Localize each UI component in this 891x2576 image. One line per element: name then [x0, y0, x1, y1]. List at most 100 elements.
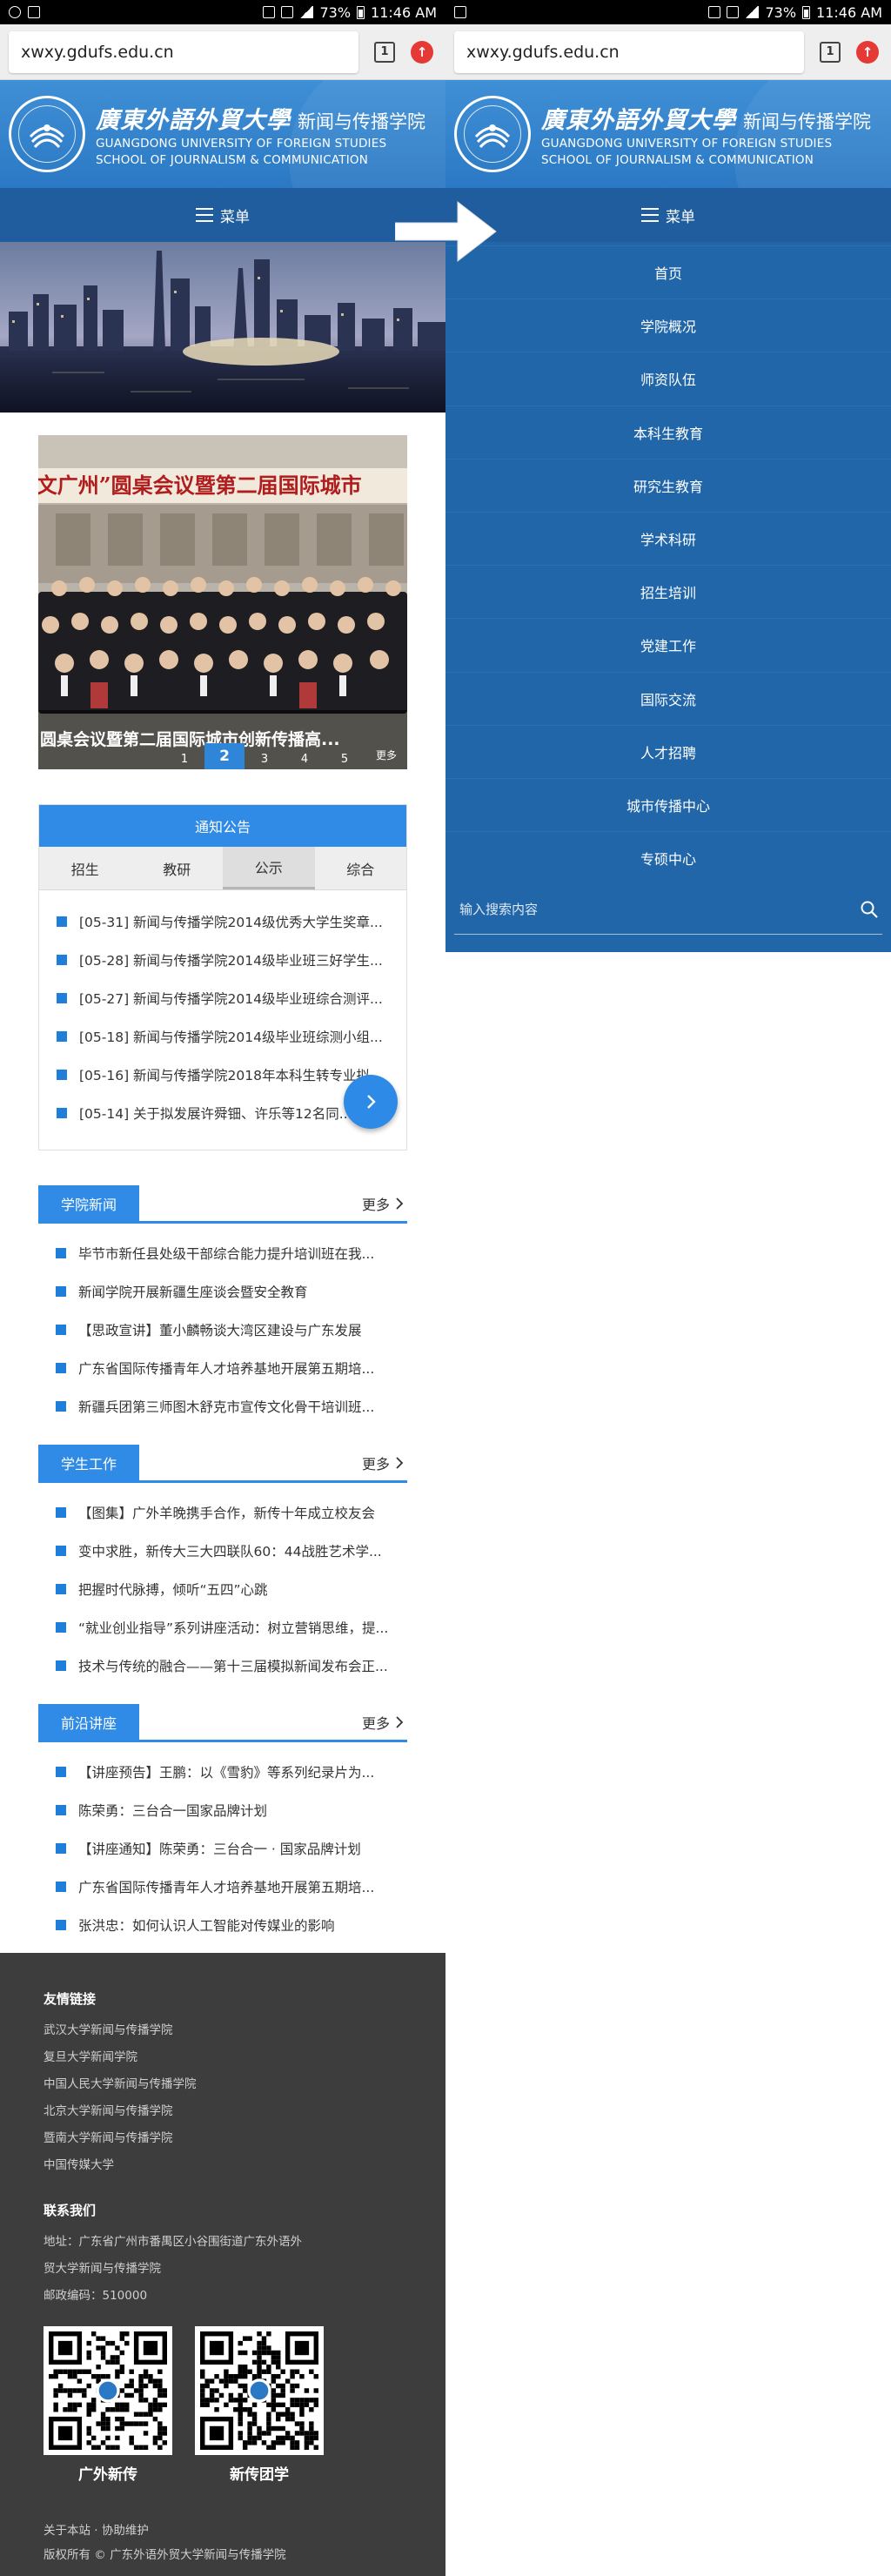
- menu-toggle[interactable]: 菜单: [446, 188, 891, 242]
- search-input[interactable]: [459, 901, 825, 917]
- notice-next-button[interactable]: [344, 1075, 398, 1129]
- nav-menu-item[interactable]: 城市传播中心: [446, 777, 891, 831]
- clock: 11:46 AM: [816, 3, 882, 21]
- notice-item[interactable]: [05-27] 新闻与传播学院2014级毕业班综合测评...: [39, 979, 406, 1017]
- browser-update-icon[interactable]: ↑: [411, 40, 433, 64]
- search-icon[interactable]: [860, 900, 879, 919]
- nav-menu-item[interactable]: 研究生教育: [446, 458, 891, 512]
- nav-menu-item[interactable]: 师资队伍: [446, 352, 891, 405]
- list-item-text: 【思政宣讲】董小麟畅谈大湾区建设与广东发展: [78, 1323, 362, 1338]
- lecture-item[interactable]: 【讲座通知】陈荣勇：三台合一 · 国家品牌计划: [38, 1829, 407, 1868]
- tab-switcher-button[interactable]: 1: [820, 41, 841, 63]
- section-lecture-title[interactable]: 前沿讲座: [38, 1704, 140, 1740]
- student-item[interactable]: 【图集】广外羊晚携手合作，新传十年成立校友会: [38, 1493, 407, 1532]
- nav-menu-item[interactable]: 党建工作: [446, 618, 891, 671]
- lecture-item[interactable]: 【讲座预告】王鹏：以《雪豹》等系列纪录片为...: [38, 1753, 407, 1791]
- square-bullet-icon: [56, 1325, 66, 1335]
- slide-dot[interactable]: 3: [245, 743, 285, 769]
- notice-tab[interactable]: 综合: [315, 847, 407, 889]
- site-logo-text[interactable]: 廣東外語外貿大學 新闻与传播学院 GUANGDONG UNIVERSITY OF…: [541, 101, 871, 168]
- section-lecture-more-link[interactable]: 更多: [362, 1704, 407, 1740]
- friend-link[interactable]: 北京大学新闻与传播学院: [44, 2096, 402, 2123]
- nav-menu-item[interactable]: 学院概况: [446, 299, 891, 352]
- qr-caption-2: 新传团学: [230, 2466, 289, 2484]
- slide-banner-text: “人文广州”圆桌会议暨第二届国际城市: [38, 473, 362, 498]
- university-seal-icon[interactable]: [454, 96, 531, 172]
- square-bullet-icon: [56, 1507, 66, 1518]
- image-notification-icon: [454, 6, 466, 18]
- list-item-text: 毕节市新任县处级干部综合能力提升培训班在我...: [78, 1246, 375, 1262]
- battery-icon: [802, 5, 811, 19]
- list-item-text: 【图集】广外羊晚携手合作，新传十年成立校友会: [78, 1506, 376, 1521]
- site-logo-text[interactable]: 廣東外語外貿大學 新闻与传播学院 GUANGDONG UNIVERSITY OF…: [96, 101, 425, 168]
- list-item-text: [05-28] 新闻与传播学院2014级毕业班三好学生...: [79, 953, 383, 969]
- section-student-title[interactable]: 学生工作: [38, 1445, 140, 1480]
- slide-dot[interactable]: 5: [325, 743, 365, 769]
- tab-switcher-button[interactable]: 1: [374, 41, 395, 63]
- slide-dot[interactable]: 1: [164, 743, 204, 769]
- lecture-item[interactable]: 张洪忠：如何认识人工智能对传媒业的影响: [38, 1906, 407, 1944]
- square-bullet-icon: [56, 1401, 66, 1412]
- friend-link[interactable]: 复旦大学新闻学院: [44, 2042, 402, 2069]
- phone-homepage: 73% 11:46 AM xwxy.gdufs.edu.cn 1 ↑ 廣東外語外…: [0, 0, 446, 2576]
- slide-more-link[interactable]: 更多: [376, 748, 397, 762]
- student-item[interactable]: “就业创业指导”系列讲座活动：树立营销思维，提...: [38, 1608, 407, 1647]
- news-item[interactable]: 毕节市新任县处级干部综合能力提升培训班在我...: [38, 1234, 407, 1272]
- notice-list: [05-31] 新闻与传播学院2014级优秀大学生奖章... [05-28] 新闻…: [39, 890, 406, 1150]
- notice-block: 通知公告 招生 教研 公示 综合 [05-31] 新闻与传播学院2014级优秀大学生奖…: [38, 804, 407, 1150]
- lecture-item[interactable]: 广东省国际传播青年人才培养基地开展第五期培...: [38, 1868, 407, 1906]
- student-item[interactable]: 变中求胜，新传大三大四联队60：44战胜艺术学...: [38, 1532, 407, 1570]
- news-item[interactable]: 【思政宣讲】董小麟畅谈大湾区建设与广东发展: [38, 1311, 407, 1349]
- news-item[interactable]: 新疆兵团第三师图木舒克市宣传文化骨干培训班...: [38, 1387, 407, 1426]
- nav-menu-item[interactable]: 专硕中心: [446, 831, 891, 884]
- friend-link[interactable]: 武汉大学新闻与传播学院: [44, 2015, 402, 2042]
- slide-dot[interactable]: 2: [204, 743, 245, 769]
- section-student-more-link[interactable]: 更多: [362, 1445, 407, 1480]
- news-item[interactable]: 新闻学院开展新疆生座谈会暨安全教育: [38, 1272, 407, 1311]
- news-item[interactable]: 广东省国际传播青年人才培养基地开展第五期培...: [38, 1349, 407, 1387]
- nav-menu-item[interactable]: 本科生教育: [446, 405, 891, 459]
- about-links[interactable]: 关于本站 · 协助维护: [44, 2517, 402, 2541]
- school-name-en: SCHOOL OF JOURNALISM & COMMUNICATION: [541, 152, 814, 167]
- notice-tab[interactable]: 教研: [131, 847, 224, 889]
- address-bar[interactable]: xwxy.gdufs.edu.cn: [9, 30, 358, 73]
- slide-pager: 12345: [164, 743, 365, 769]
- status-bar: 73% 11:46 AM: [446, 0, 891, 24]
- student-item[interactable]: 把握时代脉搏，倾听“五四”心跳: [38, 1570, 407, 1608]
- nav-menu-item[interactable]: 招生培训: [446, 565, 891, 618]
- notice-item[interactable]: [05-28] 新闻与传播学院2014级毕业班三好学生...: [39, 941, 406, 979]
- nav-menu-item[interactable]: 国际交流: [446, 671, 891, 725]
- university-name-en: GUANGDONG UNIVERSITY OF FOREIGN STUDIES: [96, 136, 387, 151]
- address-bar[interactable]: xwxy.gdufs.edu.cn: [454, 30, 804, 73]
- university-seal-icon[interactable]: [9, 96, 85, 172]
- friend-link[interactable]: 中国人民大学新闻与传播学院: [44, 2069, 402, 2096]
- news-slideshow[interactable]: “人文广州”圆桌会议暨第二届国际城市 圆桌会议暨第二届国际城市创新传播高... …: [38, 435, 407, 769]
- square-bullet-icon: [57, 916, 67, 927]
- nav-menu-item[interactable]: 首页: [446, 245, 891, 299]
- section-news-more-link[interactable]: 更多: [362, 1185, 407, 1221]
- more-label: 更多: [361, 1455, 390, 1472]
- square-bullet-icon: [56, 1660, 66, 1671]
- list-item-text: 广东省国际传播青年人才培养基地开展第五期培...: [78, 1880, 375, 1895]
- section-student: 学生工作 更多 【图集】广外羊晚携手合作，新传十年成立校友会变中求胜，新传大三大…: [38, 1445, 407, 1685]
- slide-dot[interactable]: 4: [285, 743, 325, 769]
- section-news-title[interactable]: 学院新闻: [38, 1185, 140, 1221]
- friend-link[interactable]: 中国传媒大学: [44, 2150, 402, 2177]
- nav-menu-item[interactable]: 人才招聘: [446, 724, 891, 778]
- notice-tab[interactable]: 招生: [39, 847, 131, 889]
- square-bullet-icon: [56, 1805, 66, 1815]
- nav-menu-item[interactable]: 学术科研: [446, 511, 891, 565]
- student-item[interactable]: 技术与传统的融合——第十三届模拟新闻发布会正...: [38, 1647, 407, 1685]
- qr-codes: 广外新传 新传团学: [44, 2326, 402, 2484]
- notice-item[interactable]: [05-18] 新闻与传播学院2014级毕业班综测小组...: [39, 1017, 406, 1056]
- lecture-item[interactable]: 陈荣勇：三台合一国家品牌计划: [38, 1791, 407, 1829]
- friend-link[interactable]: 暨南大学新闻与传播学院: [44, 2123, 402, 2150]
- square-bullet-icon: [57, 993, 67, 1003]
- browser-update-icon[interactable]: ↑: [856, 40, 879, 64]
- list-item-text: “就业创业指导”系列讲座活动：树立营销思维，提...: [78, 1620, 389, 1636]
- square-bullet-icon: [56, 1622, 66, 1633]
- menu-toggle[interactable]: 菜单: [0, 188, 446, 242]
- notice-tab[interactable]: 公示: [223, 847, 315, 889]
- browser-toolbar: xwxy.gdufs.edu.cn 1 ↑: [446, 24, 891, 80]
- notice-item[interactable]: [05-31] 新闻与传播学院2014级优秀大学生奖章...: [39, 902, 406, 941]
